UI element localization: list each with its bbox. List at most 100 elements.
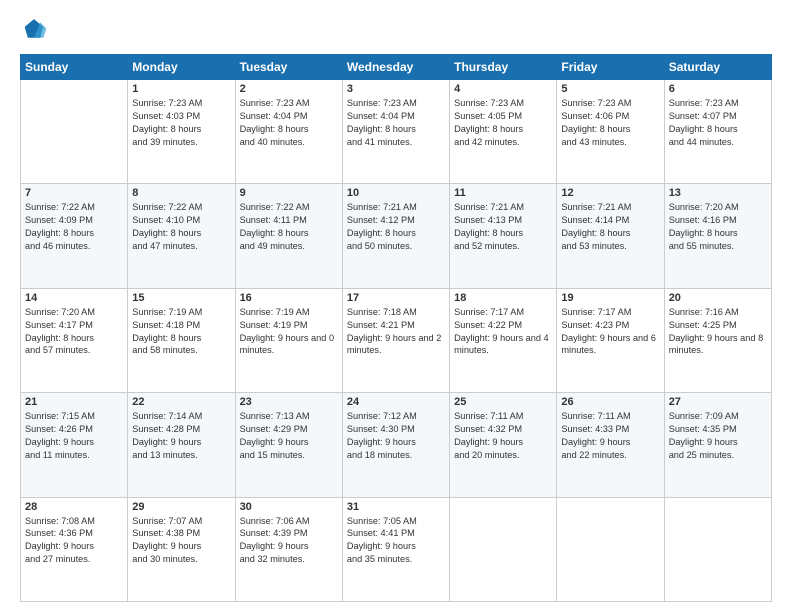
calendar-table: SundayMondayTuesdayWednesdayThursdayFrid… [20,54,772,602]
calendar-cell: 26 Sunrise: 7:11 AM Sunset: 4:33 PM Dayl… [557,393,664,497]
calendar-cell [450,497,557,601]
calendar-cell: 20 Sunrise: 7:16 AM Sunset: 4:25 PM Dayl… [664,288,771,392]
day-info: Sunrise: 7:17 AM Sunset: 4:23 PM Dayligh… [561,306,659,358]
day-number: 7 [25,187,123,199]
day-number: 25 [454,396,552,408]
day-info: Sunrise: 7:23 AM Sunset: 4:07 PM Dayligh… [669,97,767,149]
calendar-cell: 30 Sunrise: 7:06 AM Sunset: 4:39 PM Dayl… [235,497,342,601]
weekday-header-thursday: Thursday [450,55,557,80]
day-info: Sunrise: 7:22 AM Sunset: 4:09 PM Dayligh… [25,201,123,253]
calendar-cell: 23 Sunrise: 7:13 AM Sunset: 4:29 PM Dayl… [235,393,342,497]
day-info: Sunrise: 7:23 AM Sunset: 4:05 PM Dayligh… [454,97,552,149]
day-number: 20 [669,292,767,304]
weekday-header-monday: Monday [128,55,235,80]
weekday-header-friday: Friday [557,55,664,80]
calendar-week-row: 28 Sunrise: 7:08 AM Sunset: 4:36 PM Dayl… [21,497,772,601]
calendar-cell: 27 Sunrise: 7:09 AM Sunset: 4:35 PM Dayl… [664,393,771,497]
day-number: 23 [240,396,338,408]
weekday-header-sunday: Sunday [21,55,128,80]
weekday-header-wednesday: Wednesday [342,55,449,80]
day-info: Sunrise: 7:11 AM Sunset: 4:33 PM Dayligh… [561,410,659,462]
calendar-cell: 5 Sunrise: 7:23 AM Sunset: 4:06 PM Dayli… [557,80,664,184]
calendar-cell: 6 Sunrise: 7:23 AM Sunset: 4:07 PM Dayli… [664,80,771,184]
calendar-cell: 25 Sunrise: 7:11 AM Sunset: 4:32 PM Dayl… [450,393,557,497]
day-info: Sunrise: 7:05 AM Sunset: 4:41 PM Dayligh… [347,515,445,567]
day-number: 6 [669,83,767,95]
day-info: Sunrise: 7:23 AM Sunset: 4:06 PM Dayligh… [561,97,659,149]
day-number: 15 [132,292,230,304]
weekday-header-saturday: Saturday [664,55,771,80]
day-number: 2 [240,83,338,95]
day-info: Sunrise: 7:15 AM Sunset: 4:26 PM Dayligh… [25,410,123,462]
day-number: 4 [454,83,552,95]
day-info: Sunrise: 7:23 AM Sunset: 4:03 PM Dayligh… [132,97,230,149]
day-number: 9 [240,187,338,199]
calendar-week-row: 7 Sunrise: 7:22 AM Sunset: 4:09 PM Dayli… [21,184,772,288]
day-info: Sunrise: 7:19 AM Sunset: 4:18 PM Dayligh… [132,306,230,358]
logo [20,16,52,44]
day-number: 16 [240,292,338,304]
calendar-cell: 12 Sunrise: 7:21 AM Sunset: 4:14 PM Dayl… [557,184,664,288]
calendar-cell: 22 Sunrise: 7:14 AM Sunset: 4:28 PM Dayl… [128,393,235,497]
calendar-cell: 11 Sunrise: 7:21 AM Sunset: 4:13 PM Dayl… [450,184,557,288]
calendar-cell: 14 Sunrise: 7:20 AM Sunset: 4:17 PM Dayl… [21,288,128,392]
calendar-week-row: 1 Sunrise: 7:23 AM Sunset: 4:03 PM Dayli… [21,80,772,184]
day-number: 21 [25,396,123,408]
day-info: Sunrise: 7:13 AM Sunset: 4:29 PM Dayligh… [240,410,338,462]
calendar-cell: 13 Sunrise: 7:20 AM Sunset: 4:16 PM Dayl… [664,184,771,288]
header [20,16,772,44]
day-number: 14 [25,292,123,304]
day-number: 26 [561,396,659,408]
day-info: Sunrise: 7:21 AM Sunset: 4:13 PM Dayligh… [454,201,552,253]
calendar-week-row: 14 Sunrise: 7:20 AM Sunset: 4:17 PM Dayl… [21,288,772,392]
calendar-cell [664,497,771,601]
day-info: Sunrise: 7:23 AM Sunset: 4:04 PM Dayligh… [347,97,445,149]
day-number: 5 [561,83,659,95]
day-number: 24 [347,396,445,408]
day-number: 17 [347,292,445,304]
calendar-week-row: 21 Sunrise: 7:15 AM Sunset: 4:26 PM Dayl… [21,393,772,497]
day-number: 29 [132,501,230,513]
day-info: Sunrise: 7:12 AM Sunset: 4:30 PM Dayligh… [347,410,445,462]
day-number: 12 [561,187,659,199]
calendar-cell: 4 Sunrise: 7:23 AM Sunset: 4:05 PM Dayli… [450,80,557,184]
day-number: 22 [132,396,230,408]
calendar-cell: 18 Sunrise: 7:17 AM Sunset: 4:22 PM Dayl… [450,288,557,392]
calendar-cell: 31 Sunrise: 7:05 AM Sunset: 4:41 PM Dayl… [342,497,449,601]
day-info: Sunrise: 7:23 AM Sunset: 4:04 PM Dayligh… [240,97,338,149]
calendar-cell: 24 Sunrise: 7:12 AM Sunset: 4:30 PM Dayl… [342,393,449,497]
day-info: Sunrise: 7:16 AM Sunset: 4:25 PM Dayligh… [669,306,767,358]
day-info: Sunrise: 7:21 AM Sunset: 4:14 PM Dayligh… [561,201,659,253]
calendar-cell: 19 Sunrise: 7:17 AM Sunset: 4:23 PM Dayl… [557,288,664,392]
day-number: 19 [561,292,659,304]
calendar-cell: 28 Sunrise: 7:08 AM Sunset: 4:36 PM Dayl… [21,497,128,601]
calendar-cell: 29 Sunrise: 7:07 AM Sunset: 4:38 PM Dayl… [128,497,235,601]
day-number: 13 [669,187,767,199]
day-info: Sunrise: 7:22 AM Sunset: 4:11 PM Dayligh… [240,201,338,253]
day-info: Sunrise: 7:21 AM Sunset: 4:12 PM Dayligh… [347,201,445,253]
day-info: Sunrise: 7:14 AM Sunset: 4:28 PM Dayligh… [132,410,230,462]
calendar-cell: 7 Sunrise: 7:22 AM Sunset: 4:09 PM Dayli… [21,184,128,288]
calendar-cell: 21 Sunrise: 7:15 AM Sunset: 4:26 PM Dayl… [21,393,128,497]
calendar-cell: 10 Sunrise: 7:21 AM Sunset: 4:12 PM Dayl… [342,184,449,288]
day-number: 28 [25,501,123,513]
weekday-header-tuesday: Tuesday [235,55,342,80]
calendar-header-row: SundayMondayTuesdayWednesdayThursdayFrid… [21,55,772,80]
calendar-cell: 3 Sunrise: 7:23 AM Sunset: 4:04 PM Dayli… [342,80,449,184]
day-number: 11 [454,187,552,199]
day-number: 3 [347,83,445,95]
day-number: 27 [669,396,767,408]
calendar-cell [21,80,128,184]
day-info: Sunrise: 7:08 AM Sunset: 4:36 PM Dayligh… [25,515,123,567]
day-info: Sunrise: 7:22 AM Sunset: 4:10 PM Dayligh… [132,201,230,253]
calendar-cell: 1 Sunrise: 7:23 AM Sunset: 4:03 PM Dayli… [128,80,235,184]
day-info: Sunrise: 7:20 AM Sunset: 4:17 PM Dayligh… [25,306,123,358]
day-number: 31 [347,501,445,513]
page: SundayMondayTuesdayWednesdayThursdayFrid… [0,0,792,612]
day-number: 1 [132,83,230,95]
day-info: Sunrise: 7:19 AM Sunset: 4:19 PM Dayligh… [240,306,338,358]
calendar-cell: 15 Sunrise: 7:19 AM Sunset: 4:18 PM Dayl… [128,288,235,392]
day-info: Sunrise: 7:17 AM Sunset: 4:22 PM Dayligh… [454,306,552,358]
calendar-cell: 16 Sunrise: 7:19 AM Sunset: 4:19 PM Dayl… [235,288,342,392]
day-info: Sunrise: 7:11 AM Sunset: 4:32 PM Dayligh… [454,410,552,462]
